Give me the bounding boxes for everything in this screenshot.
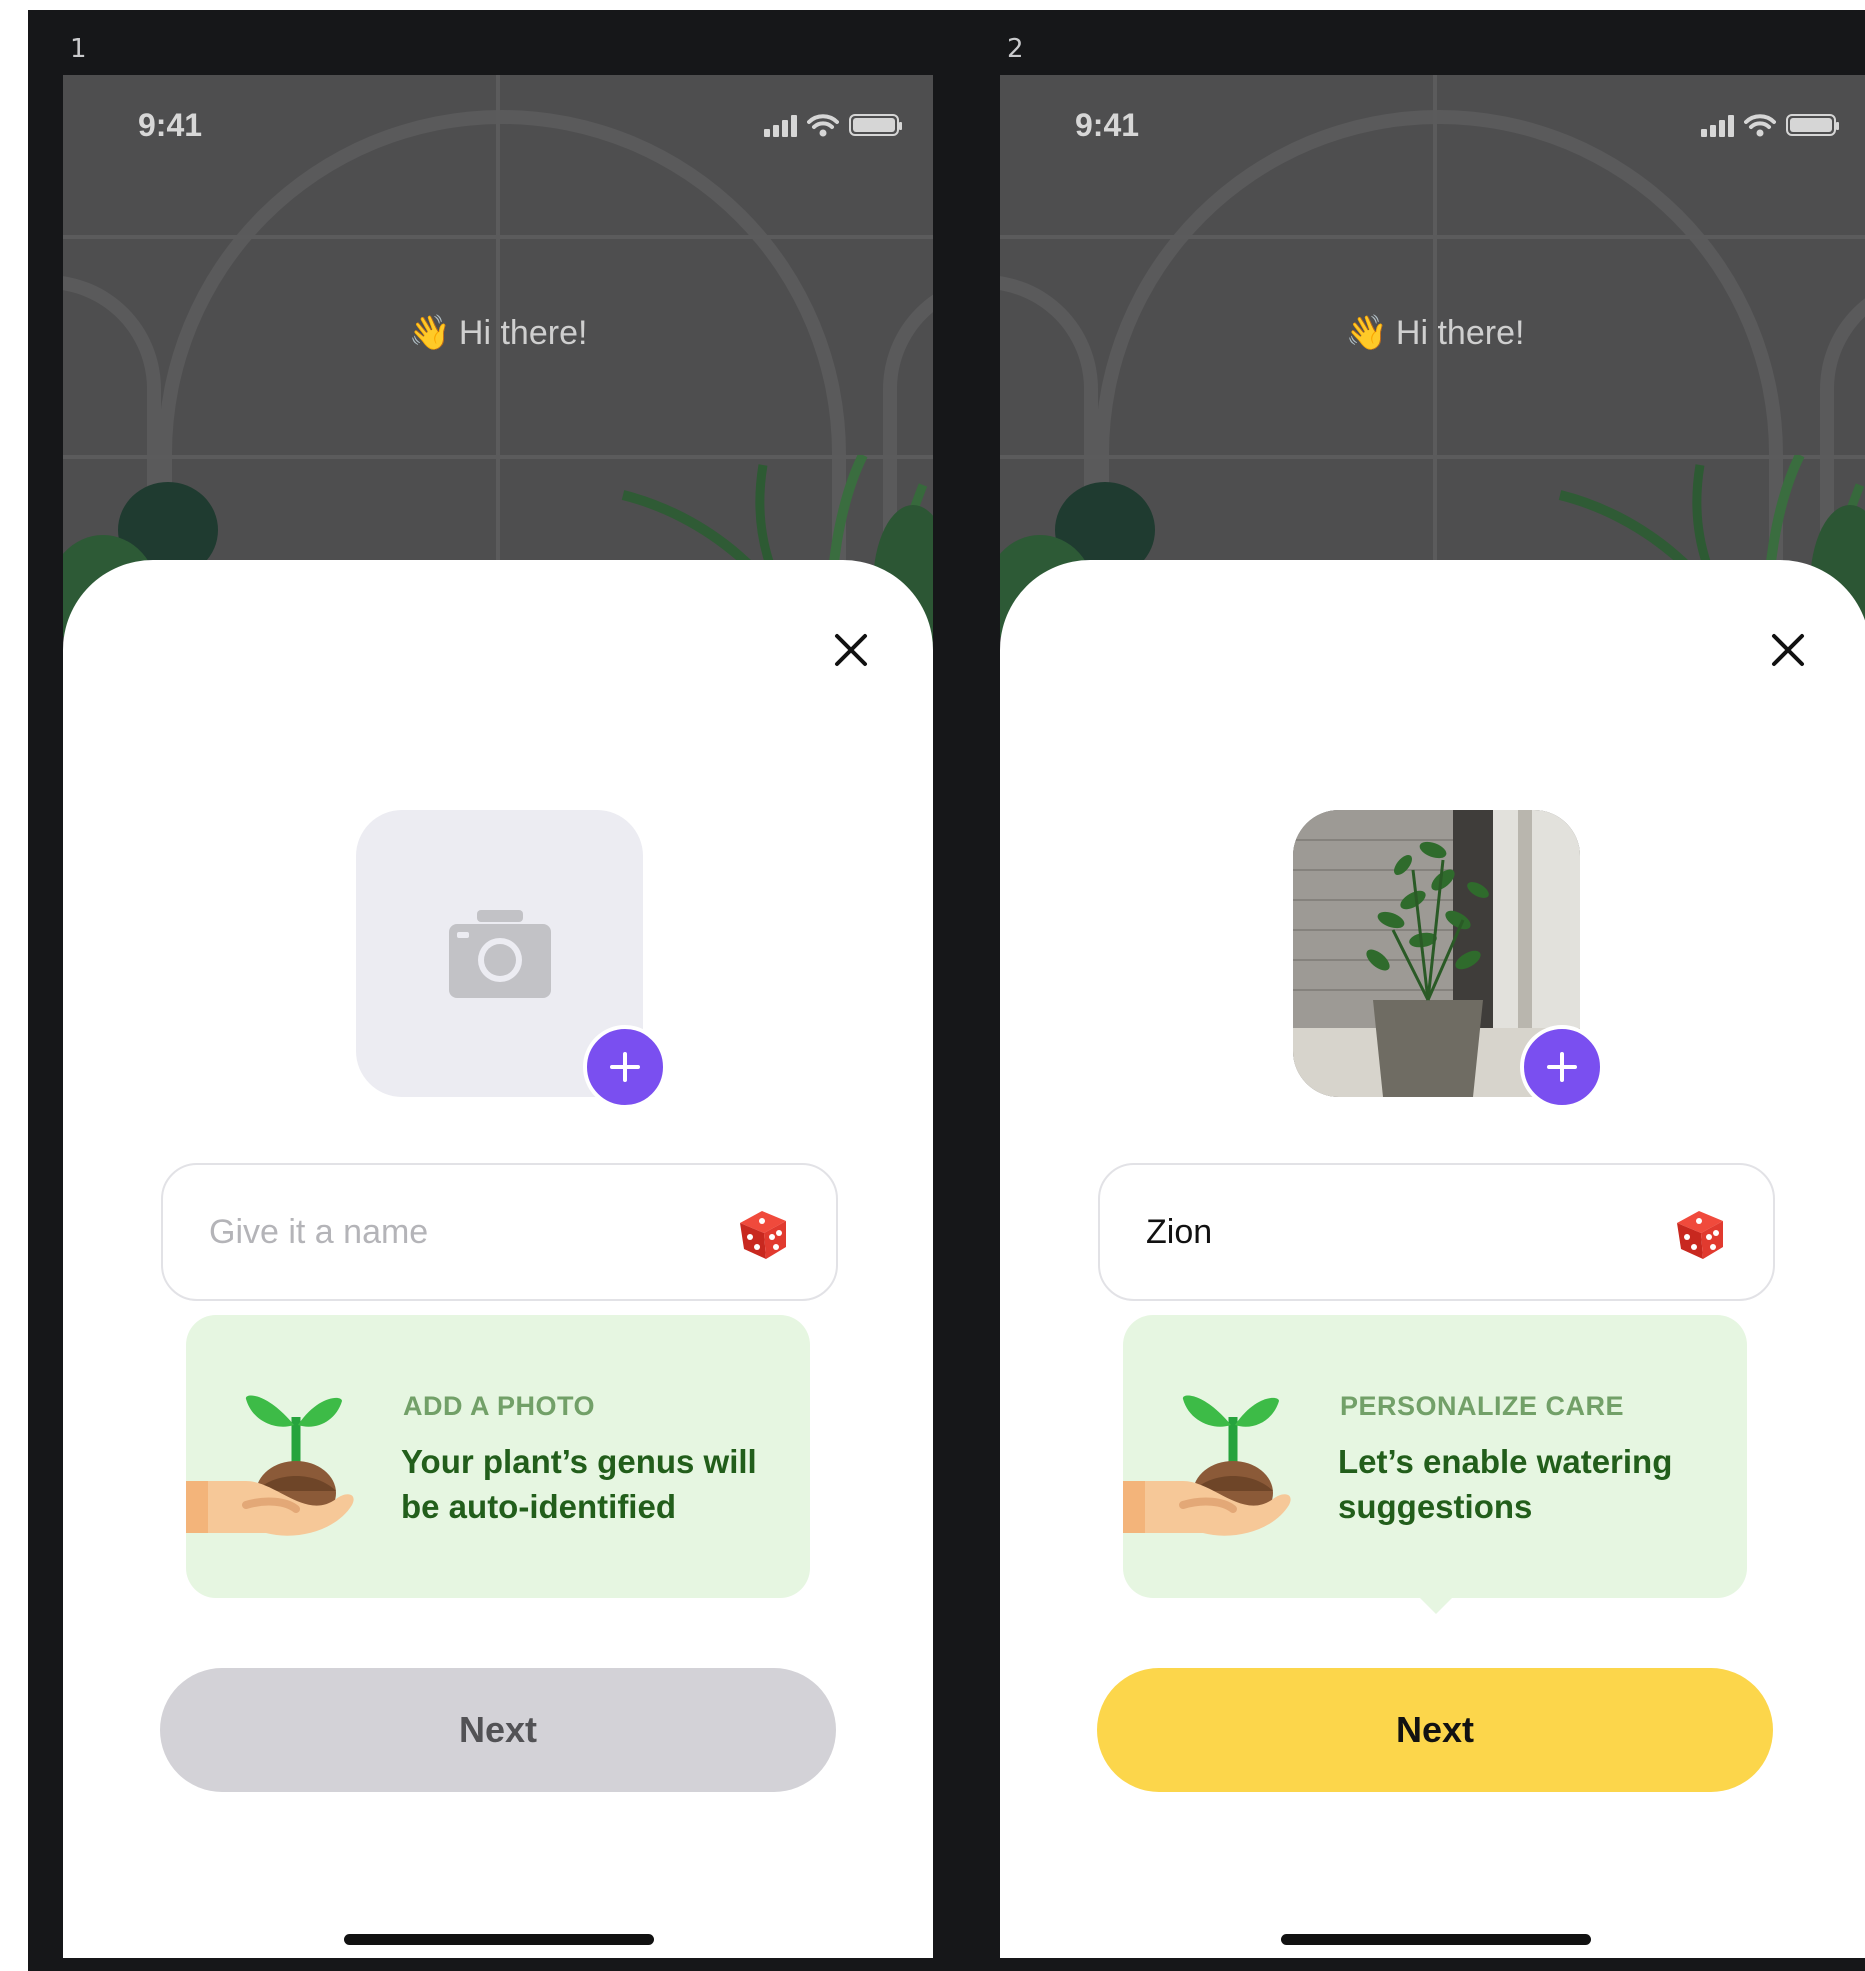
- greeting-text: 👋 Hi there!: [63, 313, 933, 353]
- status-time: 9:41: [1075, 107, 1140, 143]
- add-photo-button[interactable]: [583, 1025, 667, 1109]
- tip-kicker: ADD A PHOTO: [403, 1391, 596, 1421]
- home-indicator: [344, 1934, 654, 1945]
- next-button[interactable]: Next: [1097, 1668, 1773, 1792]
- plus-icon: [1547, 1052, 1577, 1082]
- plant-name-field[interactable]: [1098, 1163, 1775, 1301]
- plant-name-input[interactable]: [209, 1165, 689, 1299]
- tip-text: Your plant’s genus will be auto-identifi…: [401, 1443, 757, 1525]
- close-icon[interactable]: [1768, 630, 1808, 670]
- status-icons: [764, 113, 902, 137]
- tip-card: ADD A PHOTO Your plant’s genus will be a…: [186, 1315, 810, 1598]
- tip-text: Let’s enable watering suggestions: [1338, 1443, 1673, 1525]
- plant-in-hand-illustration: [186, 1395, 354, 1536]
- battery-icon: [849, 114, 902, 136]
- wave-emoji-icon: 👋: [1345, 314, 1388, 352]
- dice-icon[interactable]: [732, 1203, 794, 1265]
- add-photo-button[interactable]: [1520, 1025, 1604, 1109]
- plus-icon: [610, 1052, 640, 1082]
- design-board: 1 2 9:41 👋 Hi there! Give it a name ADD …: [0, 0, 1865, 1971]
- tip-kicker: PERSONALIZE CARE: [1340, 1391, 1625, 1421]
- signal-icon: [764, 113, 797, 137]
- camera-icon: [449, 910, 551, 998]
- phone-screen-2: 9:41 👋 Hi there! Zion PERSONALIZE CARE L…: [1000, 75, 1865, 1958]
- frame-number-1: 1: [70, 34, 87, 64]
- wifi-icon: [1744, 114, 1776, 137]
- greeting-label: Hi there!: [1395, 314, 1525, 352]
- plant-name-input[interactable]: [1146, 1165, 1626, 1299]
- home-indicator: [1281, 1934, 1591, 1945]
- add-plant-sheet: ADD A PHOTO Your plant’s genus will be a…: [63, 560, 933, 1958]
- wifi-icon: [807, 114, 839, 137]
- close-icon[interactable]: [831, 630, 871, 670]
- greeting-text: 👋 Hi there!: [1000, 313, 1865, 353]
- tip-card: PERSONALIZE CARE Let’s enable watering s…: [1123, 1315, 1747, 1614]
- phone-screen-1: 9:41 👋 Hi there! Give it a name ADD A PH…: [63, 75, 933, 1958]
- dice-icon[interactable]: [1669, 1203, 1731, 1265]
- plant-in-hand-illustration: [1123, 1395, 1291, 1536]
- status-icons: [1701, 113, 1839, 137]
- tip-pointer: [1418, 1596, 1454, 1614]
- status-time: 9:41: [138, 107, 203, 143]
- next-button[interactable]: Next: [160, 1668, 836, 1792]
- greeting-label: Hi there!: [458, 314, 588, 352]
- frame-number-2: 2: [1007, 34, 1024, 64]
- signal-icon: [1701, 113, 1734, 137]
- add-plant-sheet: PERSONALIZE CARE Let’s enable watering s…: [1000, 560, 1865, 1958]
- battery-icon: [1786, 114, 1839, 136]
- plant-name-field[interactable]: [161, 1163, 838, 1301]
- wave-emoji-icon: 👋: [408, 314, 451, 352]
